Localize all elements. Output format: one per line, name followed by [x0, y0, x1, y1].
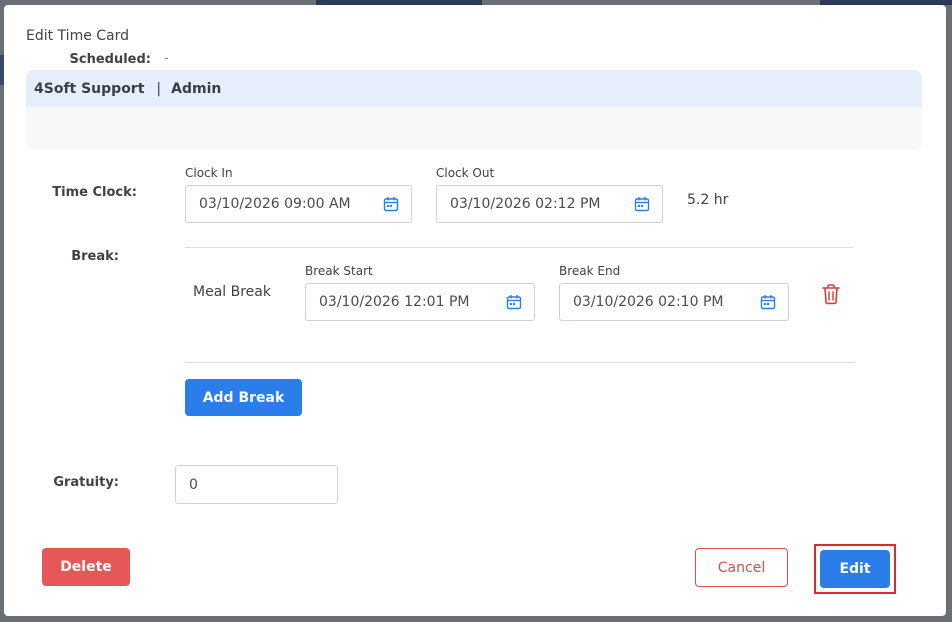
add-break-button[interactable]: Add Break	[185, 379, 302, 416]
calendar-icon[interactable]	[634, 196, 650, 212]
break-end-value: 03/10/2026 02:10 PM	[573, 294, 724, 310]
edit-button[interactable]: Edit	[820, 550, 890, 588]
break-end-label: Break End	[559, 264, 621, 278]
employee-header: 4Soft Support | Admin	[26, 70, 922, 107]
break-start-value: 03/10/2026 12:01 PM	[319, 294, 470, 310]
clock-out-label: Clock Out	[436, 166, 495, 180]
time-clock-label: Time Clock:	[52, 185, 137, 200]
delete-button[interactable]: Delete	[42, 548, 130, 586]
employee-role: Admin	[171, 80, 222, 97]
calendar-icon[interactable]	[506, 294, 522, 310]
total-hours: 5.2 hr	[687, 192, 729, 208]
gratuity-value: 0	[189, 476, 198, 493]
cancel-button[interactable]: Cancel	[695, 548, 788, 587]
break-start-label: Break Start	[305, 264, 373, 278]
scheduled-value: -	[164, 51, 169, 66]
trash-icon[interactable]	[821, 283, 841, 305]
clock-in-input[interactable]: 03/10/2026 09:00 AM	[185, 185, 412, 223]
header-separator: |	[156, 80, 162, 97]
employee-name: 4Soft Support	[34, 80, 145, 97]
break-label: Break:	[71, 249, 119, 264]
break-divider-top	[185, 247, 853, 248]
calendar-icon[interactable]	[760, 294, 776, 310]
edit-time-card-modal: Edit Time Card 4Soft Support | Admin Sch…	[4, 5, 946, 616]
scheduled-label: Scheduled:	[69, 52, 151, 67]
break-start-input[interactable]: 03/10/2026 12:01 PM	[305, 283, 535, 321]
employee-info-card: 4Soft Support | Admin	[26, 70, 922, 150]
modal-title: Edit Time Card	[26, 28, 130, 44]
break-type: Meal Break	[193, 284, 271, 300]
gratuity-label: Gratuity:	[53, 475, 119, 490]
gratuity-input[interactable]: 0	[175, 465, 338, 504]
clock-out-value: 03/10/2026 02:12 PM	[450, 196, 601, 212]
break-divider-bottom	[185, 362, 855, 363]
calendar-icon[interactable]	[383, 196, 399, 212]
clock-in-value: 03/10/2026 09:00 AM	[199, 196, 351, 212]
clock-out-input[interactable]: 03/10/2026 02:12 PM	[436, 185, 663, 223]
clock-in-label: Clock In	[185, 166, 233, 180]
break-end-input[interactable]: 03/10/2026 02:10 PM	[559, 283, 789, 321]
